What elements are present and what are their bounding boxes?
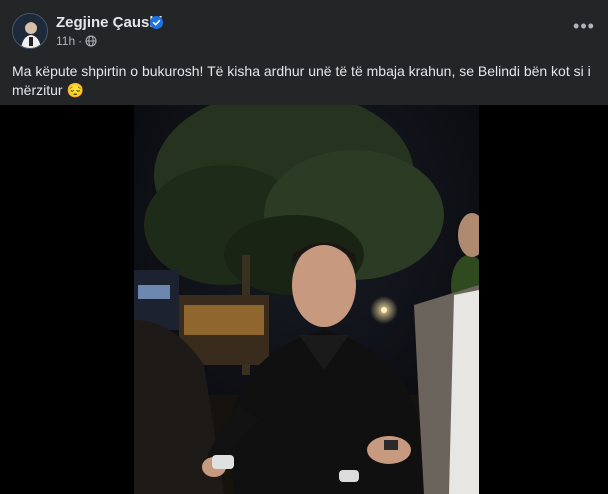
post-time[interactable]: 11h bbox=[56, 34, 75, 48]
globe-icon[interactable] bbox=[85, 35, 97, 47]
verified-badge-icon bbox=[150, 16, 163, 29]
author-name[interactable]: Zegjine Çaushi bbox=[56, 14, 163, 32]
author-avatar[interactable] bbox=[12, 13, 48, 49]
meta-separator: · bbox=[78, 34, 83, 48]
video-frame[interactable] bbox=[134, 105, 479, 494]
post-meta: 11h · bbox=[56, 34, 97, 48]
post-text: Ma këpute shpirtin o bukurosh! Të kisha … bbox=[12, 63, 591, 98]
more-options-button[interactable]: ••• bbox=[572, 16, 596, 36]
video-still bbox=[134, 105, 479, 494]
more-icon: ••• bbox=[573, 15, 595, 36]
avatar-image bbox=[13, 14, 47, 48]
post-header: Zegjine Çaushi 11h · ••• bbox=[0, 0, 608, 56]
video-player[interactable] bbox=[0, 105, 608, 494]
